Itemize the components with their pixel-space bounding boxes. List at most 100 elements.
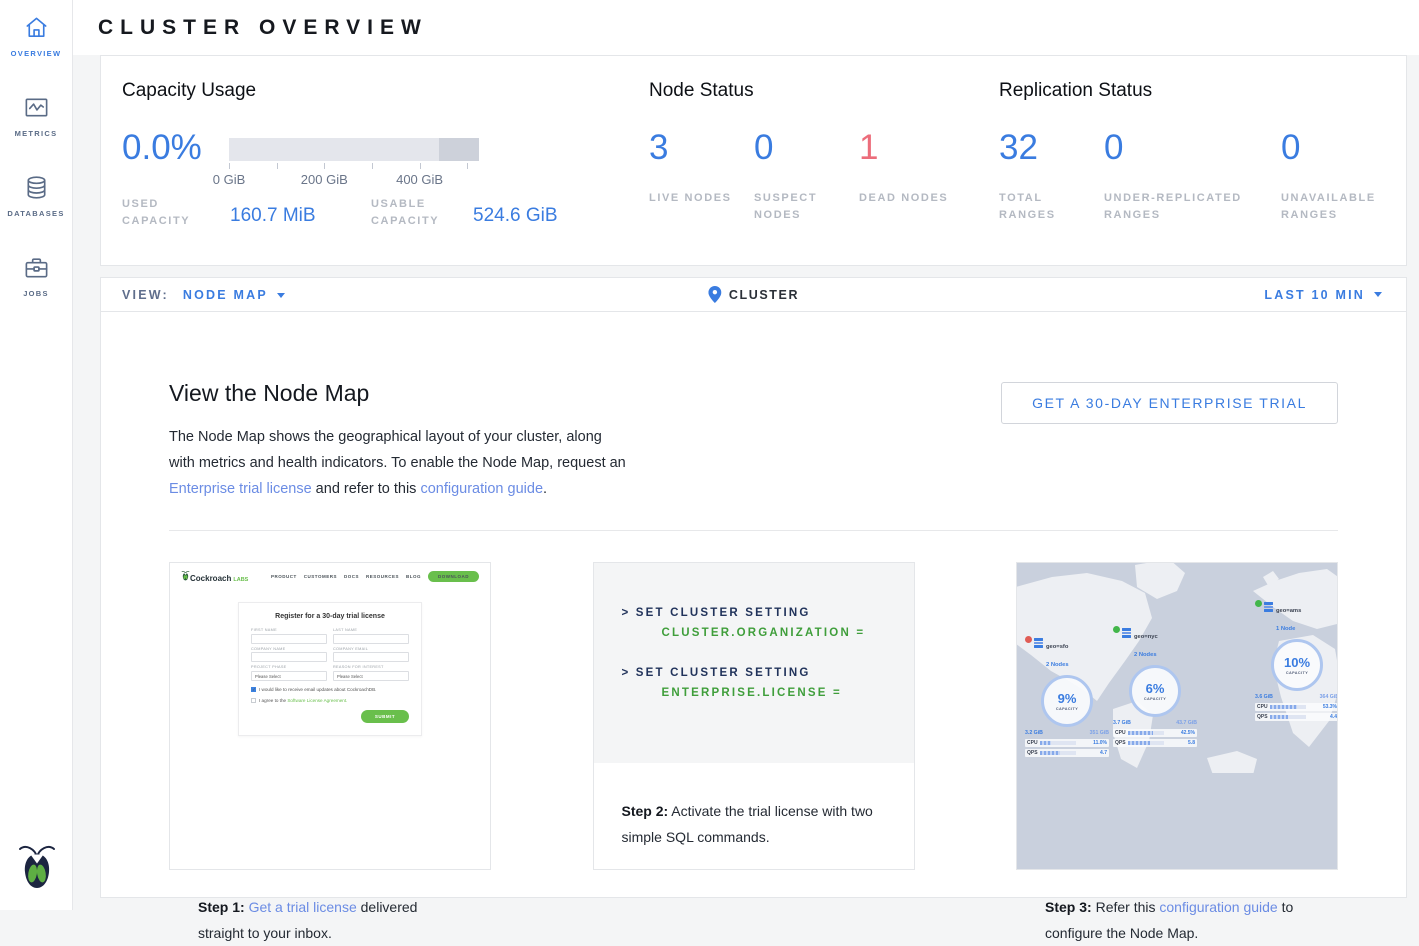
node-map-preview: geo=sfo 2 Nodes 9% CAPACITY 3.2 GiB 351 … — [1017, 563, 1337, 869]
node-status-section: Node Status 3 LIVE NODES 0 SUSPECT NODES… — [621, 56, 991, 265]
configuration-guide-link[interactable]: configuration guide — [1159, 899, 1277, 915]
under-replicated-ranges-label: UNDER-REPLICATED RANGES — [1104, 190, 1279, 224]
capacity-bar-reserved-segment — [439, 138, 479, 161]
download-button: DOWNLOAD — [428, 571, 479, 582]
field-label: FIRST NAME — [251, 628, 327, 632]
node-stack-icon — [1122, 628, 1131, 638]
suspect-nodes-stat: 0 SUSPECT NODES — [754, 128, 859, 224]
home-icon — [23, 14, 50, 41]
nav-item: DOCS — [344, 574, 359, 579]
region-node-count: 2 Nodes — [1046, 662, 1069, 668]
submit-button: SUBMIT — [361, 710, 409, 723]
main-content: CLUSTER OVERVIEW Capacity Usage 0.0% 0 G… — [73, 0, 1419, 910]
field-label: REASON FOR INTEREST — [333, 665, 409, 669]
brand-suffix: LABS — [233, 577, 248, 583]
region-node-count: 1 Node — [1276, 626, 1295, 632]
capacity-usage-title: Capacity Usage — [122, 80, 256, 102]
text-input — [251, 652, 327, 662]
sidebar-item-label: METRICS — [15, 129, 58, 138]
license-agreement-link: Software License Agreement. — [287, 698, 347, 703]
step-2-caption: Step 2: Activate the trial license with … — [594, 773, 914, 850]
status-dot-live-icon — [1255, 600, 1262, 607]
capacity-percent: 10% — [1284, 655, 1310, 670]
step-1-caption: Step 1: Get a trial license delivered st… — [170, 869, 490, 946]
sidebar-item-metrics[interactable]: METRICS — [0, 94, 72, 138]
sidebar-item-overview[interactable]: OVERVIEW — [0, 14, 72, 58]
text-input — [333, 634, 409, 644]
sidebar-item-databases[interactable]: DATABASES — [0, 174, 72, 218]
axis-tick — [467, 163, 468, 169]
brand-name: Cockroach — [190, 574, 231, 583]
qps-value: 4.4 — [1330, 714, 1337, 720]
sidebar-item-label: DATABASES — [7, 209, 64, 218]
steps-row: Cockroach LABS PRODUCT CUSTOMERS DOCS RE… — [169, 562, 1338, 870]
unavailable-ranges-value: 0 — [1281, 128, 1386, 168]
live-nodes-stat: 3 LIVE NODES — [649, 128, 754, 224]
live-nodes-label: LIVE NODES — [649, 190, 741, 207]
live-nodes-value: 3 — [649, 128, 754, 168]
step-2-card: > SET CLUSTER SETTING CLUSTER.ORGANIZATI… — [593, 562, 915, 870]
map-region-ams: geo=ams 1 Node 10% CAPACITY 3.6 GiB 364 … — [1255, 599, 1337, 721]
nav-item: CUSTOMERS — [304, 574, 337, 579]
cpu-label: CPU — [1115, 730, 1128, 736]
map-pin-icon — [708, 286, 721, 303]
cpu-bar — [1270, 705, 1306, 709]
enterprise-trial-license-link[interactable]: Enterprise trial license — [169, 481, 312, 497]
locality-label: CLUSTER — [729, 288, 799, 302]
enterprise-trial-button[interactable]: GET A 30-DAY ENTERPRISE TRIAL — [1001, 382, 1338, 424]
total-ranges-stat: 32 TOTAL RANGES — [999, 128, 1104, 224]
divider — [169, 530, 1338, 531]
view-selector[interactable]: NODE MAP — [183, 288, 285, 302]
axis-tick — [420, 163, 421, 169]
cpu-value: 53.3% — [1323, 704, 1337, 710]
status-dot-live-icon — [1113, 626, 1120, 633]
form-field: FIRST NAME — [251, 628, 327, 644]
time-range-value: LAST 10 MIN — [1264, 288, 1365, 302]
checkbox-unchecked-icon — [251, 698, 256, 703]
under-replicated-ranges-stat: 0 UNDER-REPLICATED RANGES — [1104, 128, 1281, 224]
page-header: CLUSTER OVERVIEW — [73, 0, 1419, 55]
trial-registration-screenshot: Cockroach LABS PRODUCT CUSTOMERS DOCS RE… — [170, 563, 490, 869]
capacity-donut: 9% CAPACITY — [1041, 675, 1093, 727]
capacity-used: 3.6 GiB — [1255, 694, 1273, 700]
axis-tick — [229, 163, 230, 169]
step-number: Step 3: — [1045, 899, 1092, 915]
axis-tick-label: 200 GiB — [301, 172, 348, 187]
time-range-selector[interactable]: LAST 10 MIN — [1264, 288, 1406, 302]
replication-status-section: Replication Status 32 TOTAL RANGES 0 UND… — [991, 56, 1406, 265]
axis-tick — [372, 163, 373, 169]
sidebar-item-jobs[interactable]: JOBS — [0, 254, 72, 298]
cpu-value: 11.0% — [1093, 740, 1107, 746]
configuration-guide-link[interactable]: configuration guide — [420, 481, 543, 497]
checkbox-checked-icon: ✓ — [251, 687, 256, 692]
cockroach-labs-logo: Cockroach LABS — [181, 570, 248, 583]
node-stack-icon — [1264, 602, 1273, 612]
page-title: CLUSTER OVERVIEW — [98, 16, 428, 40]
locality-breadcrumb: CLUSTER — [708, 286, 799, 303]
qps-bar — [1270, 715, 1306, 719]
capacity-percent: 9% — [1058, 691, 1077, 706]
used-capacity-value: 160.7 MiB — [230, 205, 316, 227]
chevron-down-icon — [1374, 292, 1382, 297]
node-status-title: Node Status — [649, 80, 754, 102]
total-ranges-label: TOTAL RANGES — [999, 190, 1091, 224]
text-input — [333, 652, 409, 662]
axis-tick-label: 400 GiB — [396, 172, 443, 187]
axis-tick — [277, 163, 278, 169]
email-updates-checkbox-row: ✓ I would like to receive email updates … — [251, 687, 409, 692]
license-agreement-checkbox-row: I agree to the Software License Agreemen… — [251, 698, 409, 703]
suspect-nodes-label: SUSPECT NODES — [754, 190, 846, 224]
capacity-used: 3.7 GiB — [1113, 720, 1131, 726]
map-region-nyc: geo=nyc 2 Nodes 6% CAPACITY 3.7 GiB 43.7… — [1113, 625, 1197, 747]
qps-label: QPS — [1257, 714, 1270, 720]
step-number: Step 1: — [198, 899, 245, 915]
sidebar: OVERVIEW METRICS DATABASES JOBS — [0, 0, 73, 910]
checkbox-label: I would like to receive email updates ab… — [259, 687, 376, 692]
node-map-description: The Node Map shows the geographical layo… — [169, 424, 627, 502]
sidebar-item-label: OVERVIEW — [11, 49, 62, 58]
capacity-label: CAPACITY — [1056, 707, 1078, 711]
cluster-summary-panel: Capacity Usage 0.0% 0 GiB 200 GiB 400 Gi… — [100, 55, 1407, 266]
node-map-panel: View the Node Map The Node Map shows the… — [100, 311, 1407, 898]
metrics-icon — [23, 94, 50, 121]
get-trial-license-link[interactable]: Get a trial license — [249, 899, 357, 915]
